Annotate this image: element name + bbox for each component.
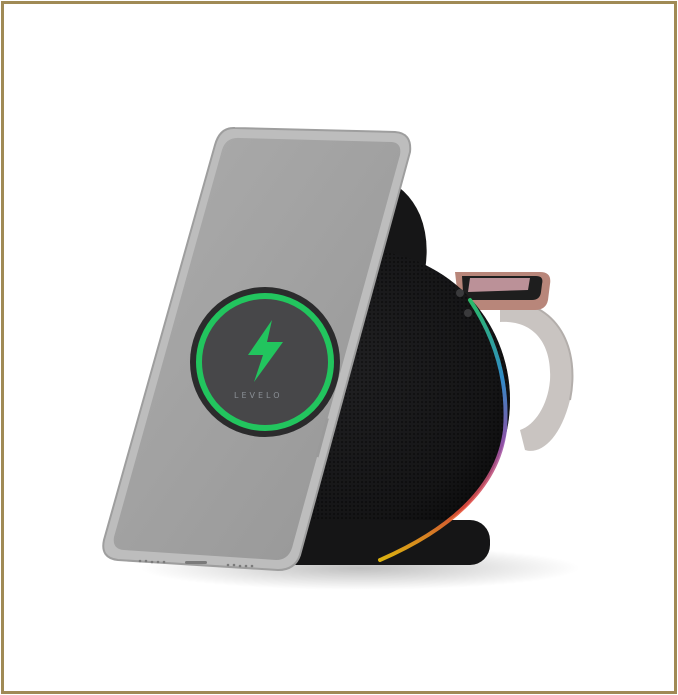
product-photo: LEVELO — [102, 126, 580, 590]
watch-band — [499, 299, 574, 451]
brand-mark: LEVELO — [234, 391, 283, 400]
wireless-charging-pad: LEVELO — [190, 287, 340, 437]
